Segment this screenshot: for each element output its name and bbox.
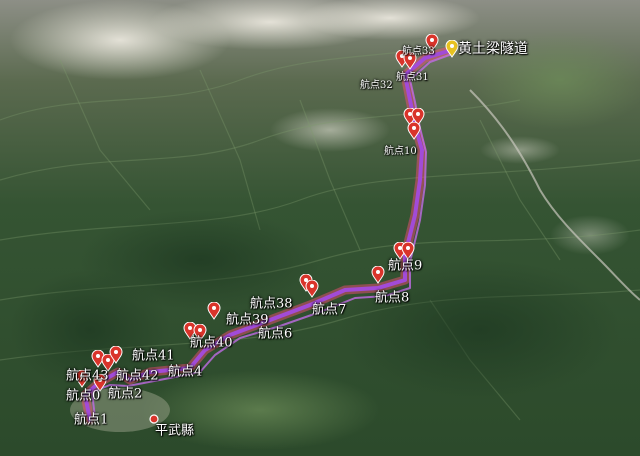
waypoint-label-40: 航点40 bbox=[190, 335, 233, 351]
route-line bbox=[83, 48, 454, 422]
waypoint-label-2: 航点2 bbox=[108, 386, 143, 402]
tunnel-label: 黄土梁隧道 bbox=[458, 41, 528, 57]
waypoint-label-4: 航点4 bbox=[168, 364, 203, 380]
waypoint-pin-9b[interactable] bbox=[401, 241, 415, 260]
waypoint-label-41: 航点41 bbox=[132, 348, 175, 364]
waypoint-label-33: 航点33 bbox=[402, 46, 435, 57]
tunnel-pin[interactable] bbox=[445, 39, 459, 58]
waypoint-label-8: 航点8 bbox=[375, 290, 410, 306]
satellite-map[interactable]: 黄土梁隧道 平武縣 航点0 航点1 航点2 航点4 航点6 航点7 航点8 航点… bbox=[0, 0, 640, 456]
waypoint-label-43: 航点43 bbox=[66, 368, 109, 384]
waypoint-pin-10c[interactable] bbox=[407, 121, 421, 140]
waypoint-label-10: 航点10 bbox=[384, 146, 417, 157]
waypoint-pin-7b[interactable] bbox=[305, 279, 319, 298]
waypoint-pin-41[interactable] bbox=[109, 345, 123, 364]
waypoint-pin-39[interactable] bbox=[207, 301, 221, 320]
waypoint-label-9: 航点9 bbox=[388, 258, 423, 274]
waypoint-label-39: 航点39 bbox=[226, 312, 269, 328]
waypoint-label-32: 航点32 bbox=[360, 80, 393, 91]
county-label: 平武縣 bbox=[155, 423, 195, 439]
waypoint-label-6: 航点6 bbox=[258, 326, 293, 342]
route-glow bbox=[80, 45, 457, 425]
waypoint-label-42: 航点42 bbox=[116, 368, 159, 384]
waypoint-label-0: 航点0 bbox=[66, 388, 101, 404]
waypoint-label-31: 航点31 bbox=[396, 72, 429, 83]
waypoint-label-1: 航点1 bbox=[74, 412, 109, 428]
waypoint-label-7: 航点7 bbox=[312, 302, 347, 318]
waypoint-pin-8[interactable] bbox=[371, 265, 385, 284]
waypoint-label-38: 航点38 bbox=[250, 296, 293, 312]
